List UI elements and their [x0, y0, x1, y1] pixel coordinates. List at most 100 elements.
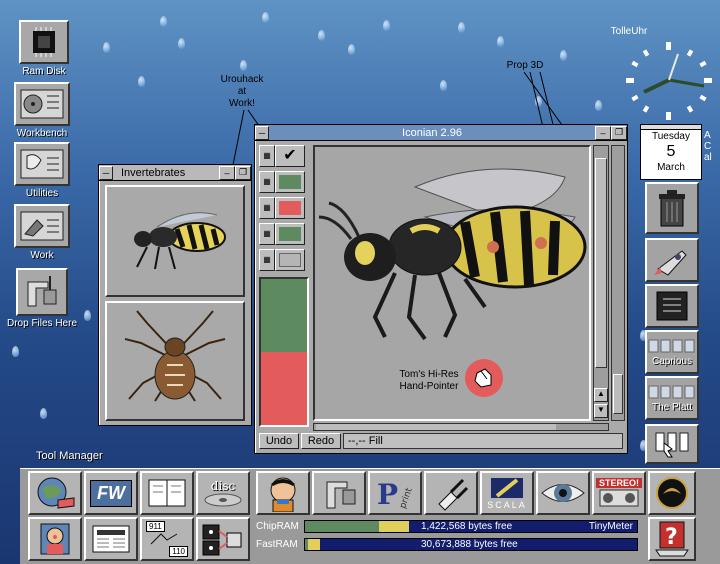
list-window-icon[interactable]	[645, 284, 699, 328]
palette-red[interactable]	[261, 352, 307, 425]
caprious-icon	[648, 339, 695, 352]
side-scroll-thumb[interactable]	[613, 374, 623, 414]
rocket-icon[interactable]	[645, 238, 699, 282]
invertebrates-titlebar[interactable]: ─ Invertebrates – ❐	[99, 165, 251, 181]
tool-row-check[interactable]: ▦ ✔	[259, 145, 309, 169]
chipram-label: ChipRAM	[256, 521, 299, 532]
icon-canvas[interactable]: Tom's Hi-Res Hand-Pointer	[313, 145, 591, 421]
print-icon[interactable]: Pprint	[368, 471, 422, 515]
tool-row-green-2[interactable]: ▦	[259, 223, 309, 247]
grid-icon[interactable]: ▦	[259, 249, 275, 271]
trashcan-icon[interactable]	[645, 182, 699, 234]
chipram-yellow-fill	[379, 521, 409, 532]
calendar-day: Tuesday	[652, 131, 690, 142]
newspaper-icon[interactable]	[84, 517, 138, 561]
scala-icon[interactable]: SCALA	[480, 471, 534, 515]
clown-icon[interactable]	[28, 517, 82, 561]
platt-label: The Platt	[651, 401, 693, 413]
clock-label: TolleUhr	[610, 26, 648, 37]
calendar-widget[interactable]: Tuesday 5 March	[640, 124, 702, 180]
palette-green[interactable]	[261, 279, 307, 352]
svg-text:?: ?	[665, 525, 678, 550]
svg-text:P: P	[377, 478, 398, 511]
tool-manager-label: Tool Manager	[36, 450, 103, 462]
green-swatch-button[interactable]	[275, 171, 305, 193]
iconian-titlebar[interactable]: ─ Iconian 2.96 – ❐	[255, 125, 627, 141]
scroll-down-arrow[interactable]: ▼	[594, 404, 608, 418]
stereo-label: STEREO!	[595, 478, 642, 488]
globe-phone-icon[interactable]	[28, 471, 82, 515]
grid-icon[interactable]: ▦	[259, 145, 275, 167]
mortal-kombat-icon[interactable]	[648, 471, 696, 515]
redo-button[interactable]: Redo	[301, 433, 341, 449]
green-swatch	[279, 175, 301, 189]
tool-manager-dock: FW disc Pprint SCALA STEREO! 911 110 Chi…	[20, 468, 720, 564]
fastram-yellow-fill	[308, 539, 320, 550]
counter-bottom: 110	[169, 546, 188, 557]
invertebrates-window[interactable]: ─ Invertebrates – ❐	[98, 164, 252, 426]
grid-icon[interactable]: ▦	[259, 171, 275, 193]
red-swatch-button[interactable]	[275, 197, 305, 219]
close-gadget[interactable]: ─	[99, 165, 113, 180]
chipram-meter: 1,422,568 bytes free TinyMeter	[304, 520, 638, 533]
scroll-thumb[interactable]	[595, 158, 607, 368]
tool-row-red[interactable]: ▦	[259, 197, 309, 221]
vertical-scrollbar[interactable]: ▲ ▼	[593, 145, 609, 421]
toolbox-clamp-icon[interactable]	[312, 471, 366, 515]
green-swatch-button-2[interactable]	[275, 223, 305, 245]
tool-row-grey[interactable]: ▦	[259, 249, 309, 273]
fred-flintstone-icon[interactable]	[256, 471, 310, 515]
chipram-used-fill	[305, 521, 379, 532]
spider-icon	[124, 310, 226, 402]
tinymeter-title: TinyMeter	[588, 521, 633, 532]
grid-icon[interactable]: ▦	[259, 223, 275, 245]
caprious-button[interactable]: Caprious	[645, 330, 699, 374]
zoom-gadget[interactable]: ❐	[235, 165, 251, 180]
wasp-thumbnail[interactable]	[105, 185, 245, 297]
window-title: Invertebrates	[121, 166, 186, 179]
wasp-icon	[134, 212, 226, 270]
eye-icon[interactable]	[536, 471, 590, 515]
help-icon[interactable]: ?	[648, 517, 696, 561]
stereo-icon[interactable]: STEREO!	[592, 471, 646, 515]
grey-swatch-button[interactable]	[275, 249, 305, 271]
pointer-annotation: Tom's Hi-Res Hand-Pointer	[399, 369, 459, 392]
scroll-up-arrow[interactable]: ▲	[594, 388, 608, 402]
side-scrollbar[interactable]	[611, 145, 625, 421]
dice-icon[interactable]	[196, 517, 250, 561]
grid-icon[interactable]: ▦	[259, 197, 275, 219]
iconian-window[interactable]: ─ Iconian 2.96 – ❐ ▦ ✔ ▦ ▦ ▦ ▦ Tom's Hi-…	[254, 124, 628, 454]
counter-top: 911	[146, 521, 165, 532]
tool-column: ▦ ✔ ▦ ▦ ▦ ▦	[259, 145, 309, 429]
red-swatch	[279, 201, 301, 215]
scala-label: SCALA	[487, 500, 527, 510]
fastram-value: 30,673,888 bytes free	[421, 539, 518, 550]
tool-row-green[interactable]: ▦	[259, 171, 309, 195]
clock-face-icon[interactable]	[622, 40, 716, 124]
acal-label: ACal	[704, 130, 712, 163]
depth-gadget[interactable]: –	[595, 125, 611, 140]
fastram-label: FastRAM	[256, 539, 298, 550]
spider-thumbnail[interactable]	[105, 301, 245, 421]
platt-icon	[648, 385, 695, 398]
notebook-icon[interactable]	[140, 471, 194, 515]
the-platt-button[interactable]: The Platt	[645, 376, 699, 420]
depth-gadget[interactable]: –	[219, 165, 235, 180]
zoom-gadget[interactable]: ❐	[611, 125, 627, 140]
disc-icon[interactable]: disc	[196, 471, 250, 515]
counters-icon[interactable]: 911 110	[140, 517, 194, 561]
plug-icon[interactable]	[424, 471, 478, 515]
final-writer-icon[interactable]: FW	[84, 471, 138, 515]
window-title: Iconian 2.96	[402, 126, 462, 139]
caprious-label: Caprious	[651, 355, 693, 367]
svg-text:print: print	[398, 486, 415, 510]
close-gadget[interactable]: ─	[255, 125, 269, 140]
checkmark-icon[interactable]: ✔	[275, 145, 305, 167]
pointer-tiles-icon[interactable]	[645, 424, 699, 464]
fastram-meter: 30,673,888 bytes free	[304, 538, 638, 551]
horizontal-scrollbar[interactable]	[313, 423, 609, 431]
palette-box[interactable]	[259, 277, 309, 427]
undo-button[interactable]: Undo	[259, 433, 299, 449]
green-swatch	[279, 227, 301, 241]
hscroll-thumb[interactable]	[316, 424, 556, 430]
